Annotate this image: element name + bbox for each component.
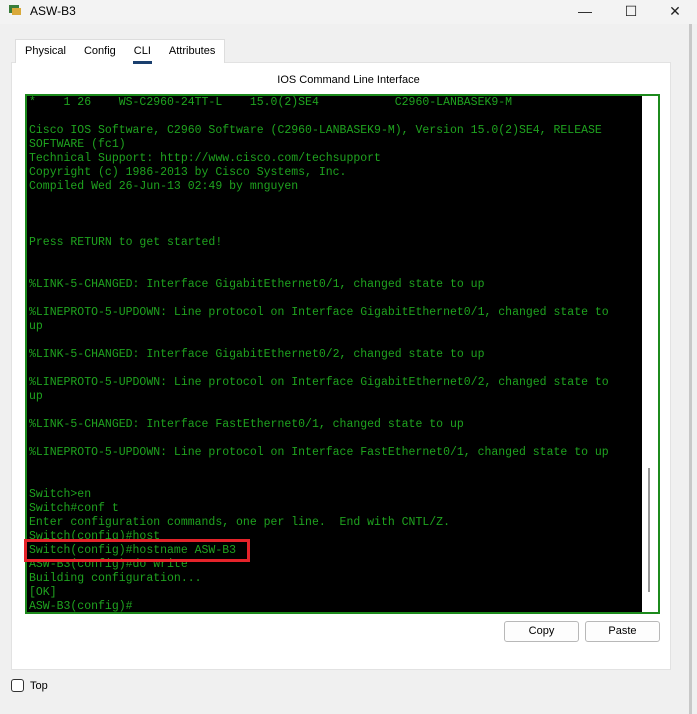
terminal-line: %LINK-5-CHANGED: Interface GigabitEthern…	[29, 348, 485, 361]
top-checkbox[interactable]	[11, 679, 24, 692]
terminal-line: Cisco IOS Software, C2960 Software (C296…	[29, 124, 602, 137]
copy-button[interactable]: Copy	[504, 621, 579, 642]
terminal-scrollbar[interactable]	[642, 96, 658, 612]
scrollbar-thumb[interactable]	[648, 468, 650, 592]
minimize-button[interactable]: —	[562, 0, 608, 22]
terminal-console[interactable]: * 1 26 WS-C2960-24TT-L 15.0(2)SE4 C2960-…	[25, 94, 660, 614]
terminal-line: %LINEPROTO-5-UPDOWN: Line protocol on In…	[29, 376, 609, 389]
maximize-button[interactable]: ☐	[608, 0, 654, 22]
terminal-line: ASW-B3(config)#	[29, 600, 133, 613]
terminal-line: [OK]	[29, 586, 57, 599]
terminal-line: Technical Support: http://www.cisco.com/…	[29, 152, 381, 165]
terminal-line: up	[29, 390, 43, 403]
packet-tracer-icon	[9, 5, 21, 15]
terminal-line: Copyright (c) 1986-2013 by Cisco Systems…	[29, 166, 347, 179]
tab-attributes[interactable]: Attributes	[160, 40, 224, 64]
cli-heading: IOS Command Line Interface	[277, 74, 420, 86]
terminal-line: %LINK-5-CHANGED: Interface GigabitEthern…	[29, 278, 485, 291]
terminal-line: Compiled Wed 26-Jun-13 02:49 by mnguyen	[29, 180, 299, 193]
terminal-line: Switch#conf t	[29, 502, 119, 515]
window-title: ASW-B3	[30, 4, 76, 18]
terminal-line: %LINEPROTO-5-UPDOWN: Line protocol on In…	[29, 446, 609, 459]
terminal-line: Switch>en	[29, 488, 92, 501]
terminal-line: * 1 26 WS-C2960-24TT-L 15.0(2)SE4 C2960-…	[29, 96, 513, 109]
terminal-line: Building configuration...	[29, 572, 202, 585]
terminal-line: up	[29, 320, 43, 333]
highlight-box	[24, 539, 250, 562]
terminal-line: Press RETURN to get started!	[29, 236, 223, 249]
window-scrollbar[interactable]	[689, 24, 692, 714]
tab-cli[interactable]: CLI	[125, 40, 160, 64]
terminal-line: SOFTWARE (fc1)	[29, 138, 126, 151]
paste-button[interactable]: Paste	[585, 621, 660, 642]
close-button[interactable]: ✕	[652, 0, 697, 22]
tab-config[interactable]: Config	[75, 40, 125, 64]
title-bar: ASW-B3 — ☐ ✕	[0, 0, 697, 24]
tab-bar: Physical Config CLI Attributes	[15, 39, 226, 64]
terminal-output: * 1 26 WS-C2960-24TT-L 15.0(2)SE4 C2960-…	[29, 96, 640, 613]
top-label: Top	[30, 680, 48, 692]
terminal-line: %LINK-5-CHANGED: Interface FastEthernet0…	[29, 418, 464, 431]
tab-physical[interactable]: Physical	[16, 40, 75, 64]
terminal-line: %LINEPROTO-5-UPDOWN: Line protocol on In…	[29, 306, 609, 319]
terminal-line: Enter configuration commands, one per li…	[29, 516, 450, 529]
